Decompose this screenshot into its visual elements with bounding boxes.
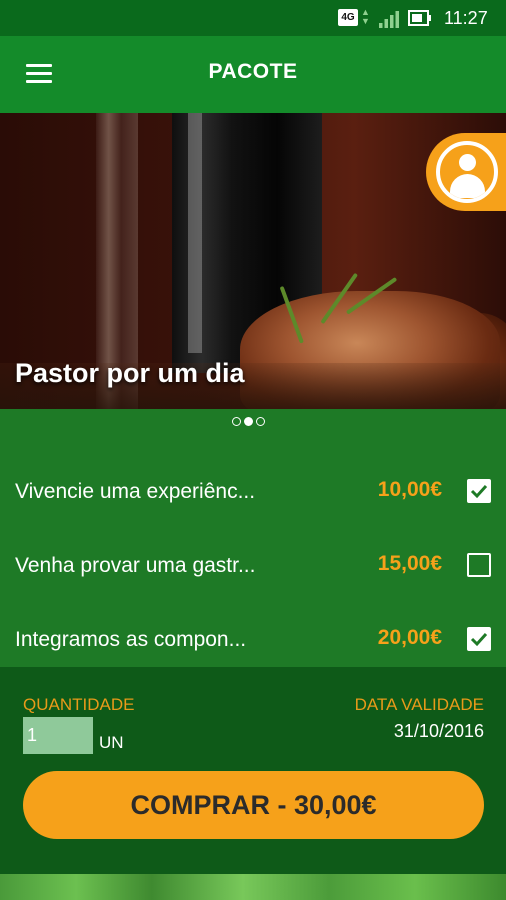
quantity-unit: UN bbox=[99, 733, 124, 752]
battery-icon bbox=[408, 10, 431, 26]
clock: 11:27 bbox=[444, 8, 488, 28]
item-price: 10,00€ bbox=[377, 478, 442, 501]
item-name: Venha provar uma gastr... bbox=[15, 554, 256, 577]
pager-dot[interactable] bbox=[232, 417, 241, 426]
app-bar: PACOTE bbox=[0, 36, 506, 113]
profile-button[interactable] bbox=[426, 133, 506, 211]
item-checkbox[interactable] bbox=[467, 479, 491, 503]
network-type-icon: 4G bbox=[338, 9, 358, 26]
item-name: Integramos as compon... bbox=[15, 628, 247, 651]
buy-button[interactable]: COMPRAR - 30,00€ bbox=[23, 771, 484, 839]
validity-date: 31/10/2016 bbox=[393, 721, 484, 741]
quantity-label: QUANTIDADE bbox=[23, 695, 135, 714]
hero-caption: Pastor por um dia bbox=[15, 358, 245, 388]
item-price: 15,00€ bbox=[377, 552, 442, 575]
leaves-background-image bbox=[0, 874, 506, 900]
item-name: Vivencie uma experiênc... bbox=[15, 480, 256, 503]
signal-icon bbox=[379, 11, 399, 28]
check-icon bbox=[470, 484, 488, 499]
data-activity-icon: ▲ ▼ bbox=[361, 7, 370, 26]
item-price: 20,00€ bbox=[377, 626, 442, 649]
quantity-input[interactable] bbox=[23, 717, 93, 754]
item-checkbox[interactable] bbox=[467, 627, 491, 651]
pager-dot-active[interactable] bbox=[244, 417, 253, 426]
pager-dot[interactable] bbox=[256, 417, 265, 426]
validity-label: DATA VALIDADE bbox=[354, 695, 484, 714]
user-profile-icon bbox=[436, 141, 498, 203]
list-item[interactable]: Venha provar uma gastr... 15,00€ bbox=[0, 526, 506, 586]
list-item[interactable]: Vivencie uma experiênc... 10,00€ bbox=[0, 452, 506, 512]
page-title: PACOTE bbox=[208, 60, 298, 83]
list-item[interactable]: Integramos as compon... 20,00€ bbox=[0, 600, 506, 660]
carousel-pager bbox=[232, 417, 268, 427]
status-bar: 4G ▲ ▼ 11:27 bbox=[0, 0, 506, 36]
check-icon bbox=[470, 632, 488, 647]
bottle-highlight bbox=[188, 113, 202, 353]
purchase-footer: QUANTIDADE UN DATA VALIDADE 31/10/2016 C… bbox=[0, 667, 506, 874]
item-checkbox[interactable] bbox=[467, 553, 491, 577]
